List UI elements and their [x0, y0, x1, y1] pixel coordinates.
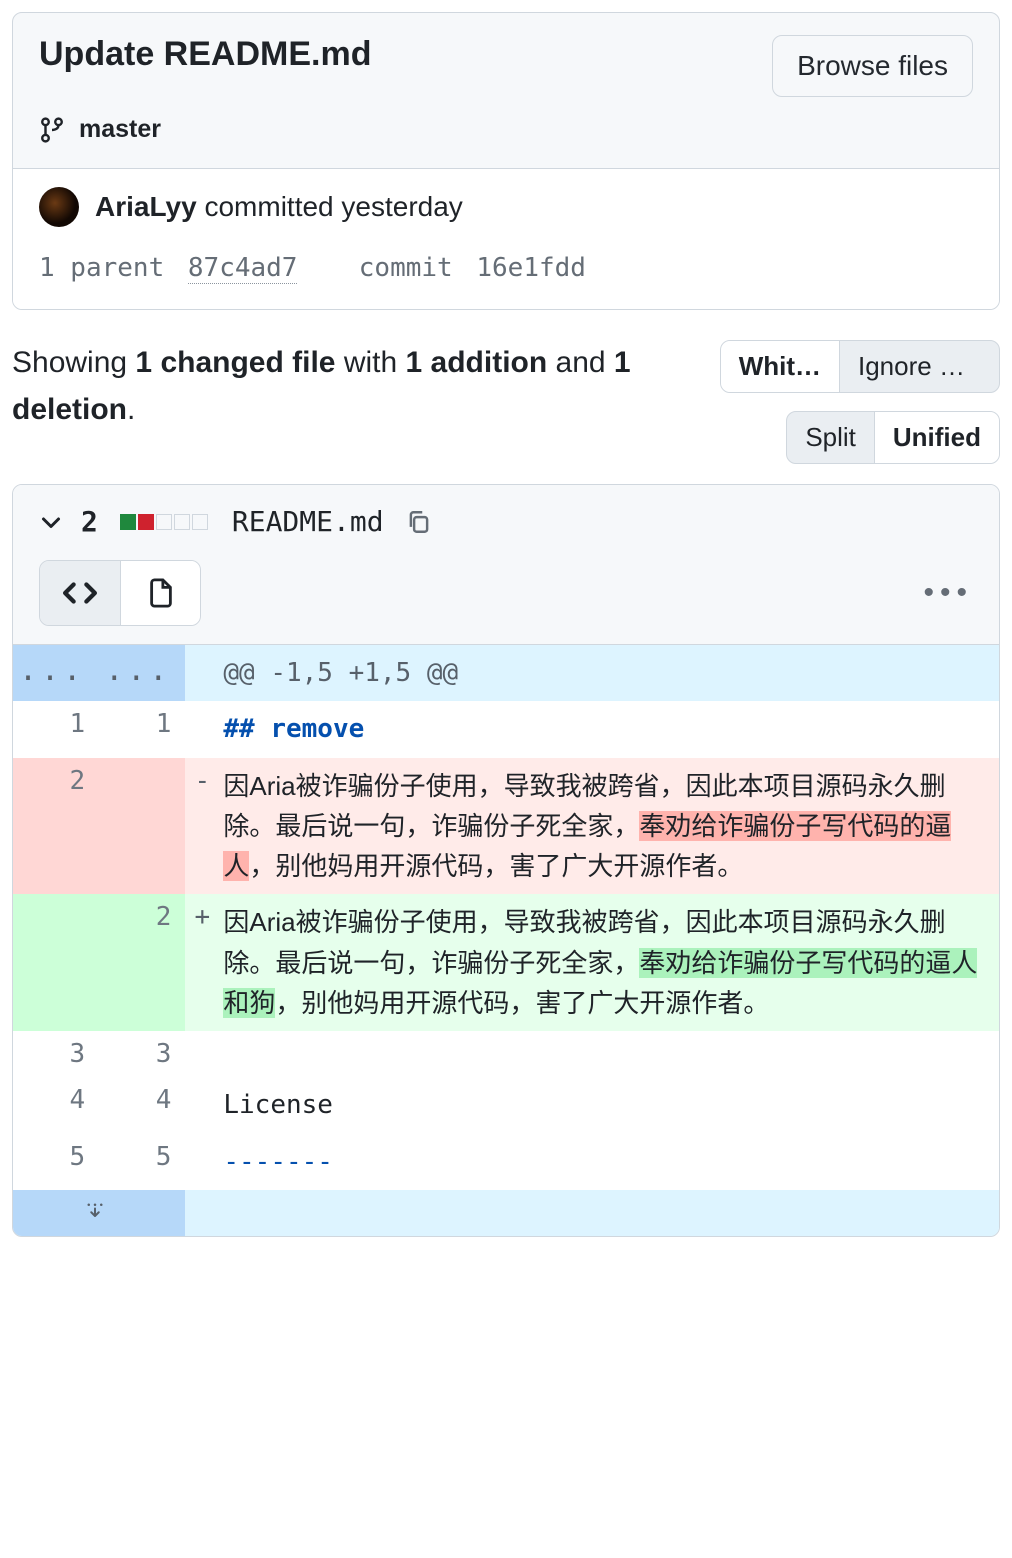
line-number-old[interactable]	[13, 894, 99, 1031]
split-view-button[interactable]: Split	[787, 412, 874, 463]
diffstat-square	[138, 514, 154, 530]
diff-code: 因Aria被诈骗份子使用，导致我被跨省，因此本项目源码永久删除。最后说一句，诈骗…	[219, 758, 999, 895]
commit-header: Update README.md Browse files	[13, 13, 999, 115]
diff-code: License	[219, 1077, 999, 1133]
markdown-rule: -------	[223, 1147, 333, 1177]
diff-layout-toggle: Split Unified	[786, 411, 1000, 464]
summary-text: Showing 1 changed file with 1 addition a…	[12, 340, 696, 433]
commit-ids: 1 parent 87c4ad7 commit 16e1fdd	[13, 245, 999, 309]
expand-down-row[interactable]	[13, 1190, 999, 1236]
summary-suffix: .	[127, 393, 135, 426]
branch-name[interactable]: master	[79, 115, 161, 144]
chevron-down-icon[interactable]	[39, 510, 63, 534]
diff-code	[219, 1031, 999, 1077]
diff-marker	[185, 1077, 219, 1133]
parent-sha[interactable]: 87c4ad7	[188, 253, 298, 284]
source-view-button[interactable]	[40, 561, 120, 625]
line-number-old[interactable]: 3	[13, 1031, 99, 1077]
committed-time: committed yesterday	[204, 191, 462, 222]
diff-row: 11 ## remove	[13, 701, 999, 757]
diff-highlight: 奉劝给诈骗份子写代码的逼人	[223, 811, 951, 881]
diff-marker	[185, 1031, 219, 1077]
diff-code: 因Aria被诈骗份子使用，导致我被跨省，因此本项目源码永久删除。最后说一句，诈骗…	[219, 894, 999, 1031]
git-branch-icon	[39, 117, 65, 143]
summary-and: and	[547, 346, 614, 379]
line-number-old[interactable]: 4	[13, 1077, 99, 1133]
markdown-heading: ## remove	[223, 714, 364, 744]
diff-marker: -	[185, 758, 219, 895]
line-number-new[interactable]: 5	[99, 1134, 185, 1190]
browse-files-button[interactable]: Browse files	[772, 35, 973, 97]
whitespace-shown-button[interactable]: Whit…	[721, 341, 839, 392]
diff-marker: +	[185, 894, 219, 1031]
summary-additions: 1 addition	[406, 346, 548, 379]
diff-marker	[185, 1134, 219, 1190]
diff-code: -------	[219, 1134, 999, 1190]
parent-label: 1 parent	[39, 253, 164, 283]
arrow-down-dotted-icon	[85, 1202, 105, 1227]
file-header-line2: •••	[39, 560, 973, 626]
branch-row: master	[13, 115, 999, 168]
diff-marker	[185, 701, 219, 757]
diff-table: ... ... @@ -1,5 +1,5 @@ 11 ## remove 2-因Ar…	[13, 645, 999, 1236]
line-number-new[interactable]: 4	[99, 1077, 185, 1133]
hunk-header-row: ... ... @@ -1,5 +1,5 @@	[13, 645, 999, 701]
commit-title: Update README.md	[39, 35, 371, 74]
line-number-new[interactable]	[99, 758, 185, 895]
summary-files: 1 changed file	[135, 346, 335, 379]
hunk-header: @@ -1,5 +1,5 @@	[219, 645, 999, 701]
diff-file: 2 README.md •••	[12, 484, 1000, 1237]
rendered-source-toggle	[39, 560, 201, 626]
diff-code: ## remove	[219, 701, 999, 757]
whitespace-toggle: Whit… Ignore w…	[720, 340, 1000, 393]
file-icon	[146, 578, 176, 608]
diffstat-square	[174, 514, 190, 530]
file-header-line1: 2 README.md	[39, 505, 973, 538]
diff-row: 2+因Aria被诈骗份子使用，导致我被跨省，因此本项目源码永久删除。最后说一句，…	[13, 894, 999, 1031]
summary-prefix: Showing	[12, 346, 135, 379]
line-number-old[interactable]: 1	[13, 701, 99, 757]
diffstat-square	[120, 514, 136, 530]
file-name[interactable]: README.md	[232, 505, 384, 538]
diff-row: 44 License	[13, 1077, 999, 1133]
whitespace-ignored-button[interactable]: Ignore w…	[839, 341, 999, 392]
line-number-old[interactable]: 2	[13, 758, 99, 895]
summary-with: with	[335, 346, 405, 379]
avatar[interactable]	[39, 187, 79, 227]
line-number-new[interactable]: 3	[99, 1031, 185, 1077]
diffstat-square	[192, 514, 208, 530]
diff-row: 55 -------	[13, 1134, 999, 1190]
copy-icon[interactable]	[406, 509, 432, 535]
diffstat	[120, 514, 208, 530]
hunk-expand-new[interactable]: ...	[99, 645, 185, 701]
rendered-view-button[interactable]	[120, 561, 200, 625]
view-toggles: Whit… Ignore w… Split Unified	[720, 340, 1000, 464]
commit-summary: Update README.md Browse files master Ari…	[12, 12, 1000, 310]
line-number-old[interactable]: 5	[13, 1134, 99, 1190]
commit-sha: 16e1fdd	[476, 253, 586, 283]
expand-down-button[interactable]	[13, 1190, 185, 1236]
commit-author-row: AriaLyy committed yesterday	[13, 168, 999, 245]
hunk-expand-old[interactable]: ...	[13, 645, 99, 701]
file-change-count: 2	[81, 505, 98, 538]
diffstat-square	[156, 514, 172, 530]
diff-row: 33	[13, 1031, 999, 1077]
diff-highlight: 奉劝给诈骗份子写代码的逼人和狗	[223, 948, 977, 1018]
author-name[interactable]: AriaLyy	[95, 191, 197, 222]
line-number-new[interactable]: 1	[99, 701, 185, 757]
file-header: 2 README.md •••	[13, 485, 999, 645]
commit-label: commit	[359, 253, 453, 283]
kebab-menu-icon[interactable]: •••	[923, 576, 973, 610]
diff-row: 2-因Aria被诈骗份子使用，导致我被跨省，因此本项目源码永久删除。最后说一句，…	[13, 758, 999, 895]
summary-row: Showing 1 changed file with 1 addition a…	[12, 340, 1000, 464]
unified-view-button[interactable]: Unified	[874, 412, 999, 463]
line-number-new[interactable]: 2	[99, 894, 185, 1031]
code-icon	[63, 576, 97, 610]
